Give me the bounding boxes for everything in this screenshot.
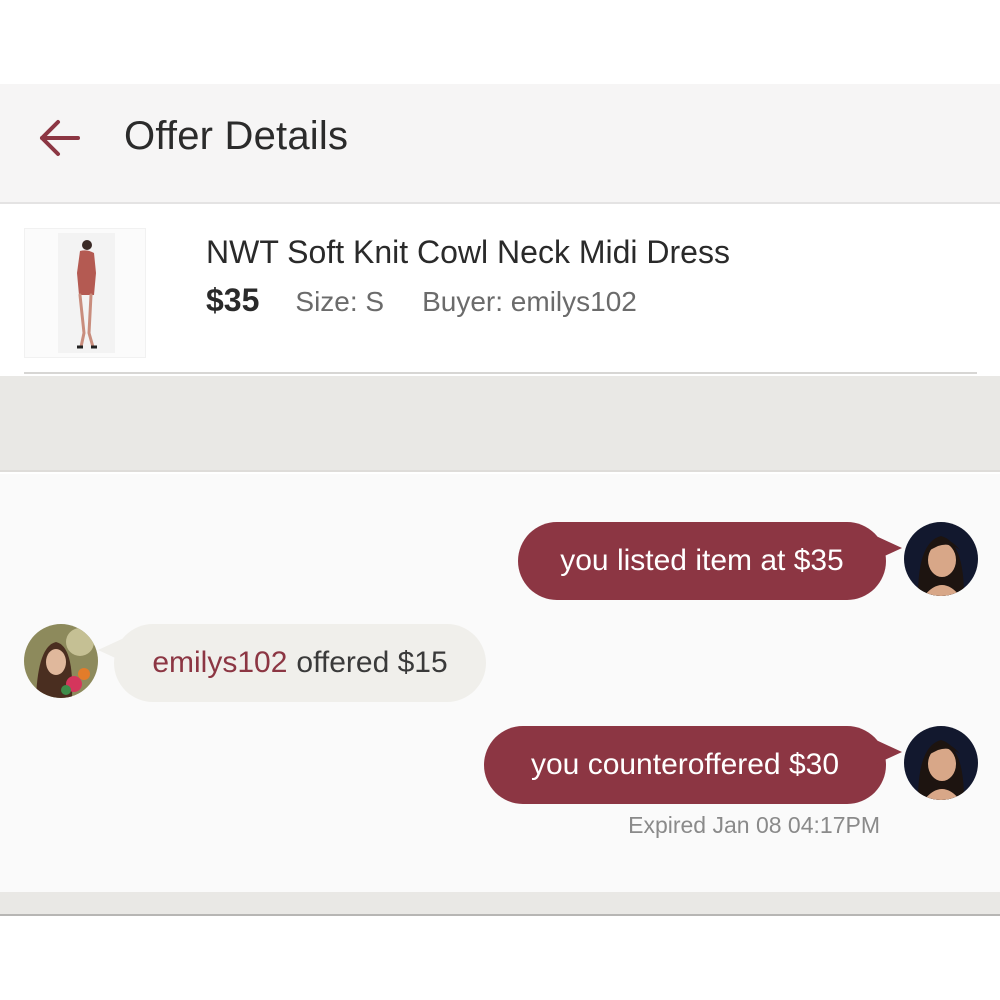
listing-thumbnail[interactable] bbox=[24, 228, 146, 358]
bottom-separator bbox=[0, 892, 1000, 916]
offer-expiry-timestamp: Expired Jan 08 04:17PM bbox=[628, 812, 880, 838]
counteroffer-message-text: you counteroffered $30 bbox=[530, 748, 839, 781]
listing-buyer: Buyer: emilys102 bbox=[422, 286, 637, 317]
buyer-avatar[interactable] bbox=[24, 624, 98, 698]
offer-username-link[interactable]: emilys102 bbox=[152, 646, 287, 680]
listed-message: you listed item at $35 bbox=[518, 522, 902, 600]
listed-message-text: you listed item at $35 bbox=[560, 544, 844, 577]
divider bbox=[24, 372, 977, 374]
listing-meta: $35 Size: S Buyer: emilys102 bbox=[206, 282, 637, 319]
listing-size: Size: S bbox=[295, 286, 385, 317]
app-header: Offer Details bbox=[0, 84, 1000, 204]
offer-thread: you listed item at $35 emilys102 offered … bbox=[0, 474, 1000, 892]
listing-summary[interactable]: NWT Soft Knit Cowl Neck Midi Dress $35 S… bbox=[0, 206, 1000, 374]
listing-title: NWT Soft Knit Cowl Neck Midi Dress bbox=[206, 234, 730, 270]
arrow-left-icon bbox=[40, 120, 80, 156]
page-title: Offer Details bbox=[124, 114, 349, 158]
counteroffer-message: you counteroffered $30 bbox=[484, 726, 902, 804]
back-button[interactable] bbox=[34, 112, 86, 164]
offer-message: emilys102 offered $15 bbox=[98, 624, 486, 702]
section-separator bbox=[0, 376, 1000, 472]
offer-message-text: offered $15 bbox=[296, 646, 448, 679]
seller-avatar[interactable] bbox=[904, 522, 978, 596]
seller-avatar[interactable] bbox=[904, 726, 978, 800]
listing-price: $35 bbox=[206, 282, 260, 318]
